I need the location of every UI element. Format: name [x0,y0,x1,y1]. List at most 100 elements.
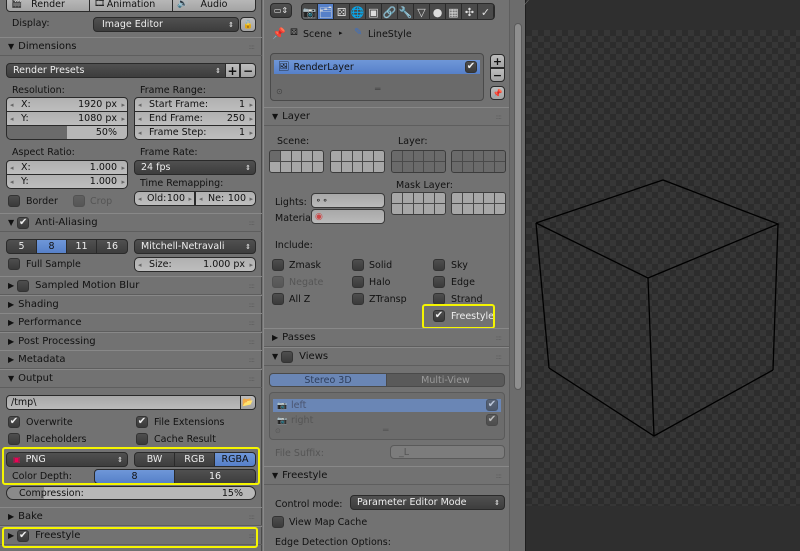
view-map-cache-checkbox[interactable] [272,516,284,528]
crop-checkbox[interactable] [73,195,85,207]
render-presets-dropdown[interactable]: Render Presets ⇕ [6,63,226,78]
mask-layers-grid-b[interactable] [451,192,506,215]
halo-checkbox[interactable] [352,276,364,288]
time-remap-old-field[interactable]: Old: 100 [134,191,195,206]
freestyle-render-checkbox[interactable]: ✔ [17,529,30,542]
cache-result-checkbox[interactable] [136,433,148,445]
strand-checkbox[interactable] [433,293,445,305]
drag-grip-icon[interactable]: :::: [496,472,503,480]
remove-preset-button[interactable]: − [240,63,256,78]
overwrite-checkbox[interactable]: ✔ [8,416,20,428]
aa-samples-5[interactable]: 5 [6,239,37,254]
aa-samples-16[interactable]: 16 [96,239,128,254]
render-layers-grid-a[interactable] [391,150,446,173]
dimensions-panel-header[interactable]: ▼ Dimensions :::: [0,37,262,56]
file-suffix-input[interactable]: _L [390,445,505,459]
resolution-x-field[interactable]: X: 1920 px [6,97,128,112]
full-sample-checkbox[interactable] [8,258,20,270]
tab-particles[interactable]: ✣ [462,4,478,19]
lock-button[interactable]: 🔓 [240,17,256,32]
drag-grip-icon[interactable]: :::: [496,353,503,361]
freestyle-panel-header[interactable]: ▶ ✔ Freestyle :::: [0,526,262,545]
freestyle-layer-panel-header[interactable]: ▼ Freestyle :::: [264,466,509,485]
drag-grip-icon[interactable]: :::: [249,319,256,327]
tab-constraints[interactable]: 🔗 [382,4,398,19]
aspect-y-field[interactable]: Y: 1.000 [6,174,128,189]
tab-render[interactable]: 📷 [302,4,318,19]
list-resize-handle[interactable]: ═ [375,85,380,95]
material-override-field[interactable]: ◉ [311,209,385,224]
negate-checkbox[interactable] [272,276,284,288]
views-mode-multi-view[interactable]: Multi-View [386,373,505,387]
output-panel-header[interactable]: ▼ Output :::: [0,369,262,388]
start-frame-field[interactable]: Start Frame: 1 [134,97,256,112]
mask-layers-grid-a[interactable] [391,192,446,215]
performance-panel-header[interactable]: ▶ Performance :::: [0,313,262,332]
pin-layer-button[interactable]: 📌 [490,86,505,100]
tab-material[interactable]: ● [430,4,446,19]
views-list[interactable]: 📷 left ✔ 📷 right ✔ ⊙ ═ [269,392,505,440]
remove-layer-button[interactable]: − [490,68,505,82]
properties-scrollbar-track[interactable] [509,0,526,551]
solid-checkbox[interactable] [352,259,364,271]
aa-filter-dropdown[interactable]: Mitchell-Netravali ⇕ [134,239,256,254]
placeholders-checkbox[interactable] [8,433,20,445]
tab-render[interactable]: 🎬 Render [6,0,90,12]
list-item[interactable]: 📷 left ✔ [273,399,501,412]
tab-object[interactable]: ▣ [366,4,382,19]
resolution-y-field[interactable]: Y: 1080 px [6,111,128,126]
output-path-input[interactable]: /tmp\ [6,395,241,410]
tab-modifiers[interactable]: 🔧 [398,4,414,19]
image-editor-viewport[interactable]: ⟋ [524,0,800,551]
file-extensions-checkbox[interactable]: ✔ [136,416,148,428]
filter-options-icon[interactable]: ⊙ [275,427,281,435]
post-processing-panel-header[interactable]: ▶ Post Processing :::: [0,332,262,351]
tab-data[interactable]: ▽ [414,4,430,19]
shading-panel-header[interactable]: ▶ Shading :::: [0,295,262,314]
add-layer-button[interactable]: + [490,54,505,68]
file-format-dropdown[interactable]: ▣ PNG ⇕ [6,452,128,467]
color-depth-8[interactable]: 8 [94,469,175,484]
scene-layers-grid-a[interactable] [269,150,324,173]
views-panel-header[interactable]: ▼ Views :::: [264,347,509,366]
scene-layers-grid-b[interactable] [330,150,385,173]
aspect-x-field[interactable]: X: 1.000 [6,160,128,175]
render-layers-grid-b[interactable] [451,150,506,173]
color-mode-rgba[interactable]: RGBA [214,452,256,467]
aa-samples-8[interactable]: 8 [36,239,67,254]
sky-checkbox[interactable] [433,259,445,271]
drag-grip-icon[interactable]: :::: [249,219,256,227]
all-z-checkbox[interactable] [272,293,284,305]
border-checkbox[interactable] [8,195,20,207]
ztransp-checkbox[interactable] [352,293,364,305]
drag-grip-icon[interactable]: :::: [249,532,256,540]
drag-grip-icon[interactable]: :::: [249,43,256,51]
anti-aliasing-checkbox[interactable]: ✔ [17,216,30,229]
tab-scene[interactable]: ⚄ [334,4,350,19]
compression-slider[interactable]: Compression: 15% [6,486,256,500]
render-layer-enabled-checkbox[interactable]: ✔ [465,61,477,73]
tab-animation[interactable]: 🎞 Animation [89,0,173,12]
drag-grip-icon[interactable]: :::: [249,375,256,383]
resolution-percentage-slider[interactable]: 50% [6,125,128,140]
aa-samples-11[interactable]: 11 [66,239,97,254]
render-layer-list[interactable]: 🖼 RenderLayer ✔ ⊙ ═ [270,53,484,101]
filter-size-field[interactable]: Size: 1.000 px [134,257,256,272]
pin-icon[interactable]: 📌 [272,27,286,40]
drag-grip-icon[interactable]: :::: [249,282,256,290]
drag-grip-icon[interactable]: :::: [496,334,503,342]
zmask-checkbox[interactable] [272,259,284,271]
frame-rate-dropdown[interactable]: 24 fps ⇕ [134,160,256,175]
list-resize-handle[interactable]: ═ [383,426,388,436]
tab-physics[interactable]: ✓ [478,4,494,19]
tab-texture[interactable]: ▦ [446,4,462,19]
sampled-motion-blur-panel-header[interactable]: ▶ Sampled Motion Blur :::: [0,276,262,295]
freestyle-include-checkbox[interactable]: ✔ [433,310,445,322]
display-dropdown[interactable]: Image Editor ⇕ [93,17,239,32]
metadata-panel-header[interactable]: ▶ Metadata :::: [0,350,262,369]
views-checkbox[interactable] [281,350,294,363]
layer-panel-header[interactable]: ▼ Layer :::: [264,107,509,126]
view-left-checkbox[interactable]: ✔ [486,399,498,411]
drag-grip-icon[interactable]: :::: [249,301,256,309]
passes-panel-header[interactable]: ▶ Passes :::: [264,328,509,347]
